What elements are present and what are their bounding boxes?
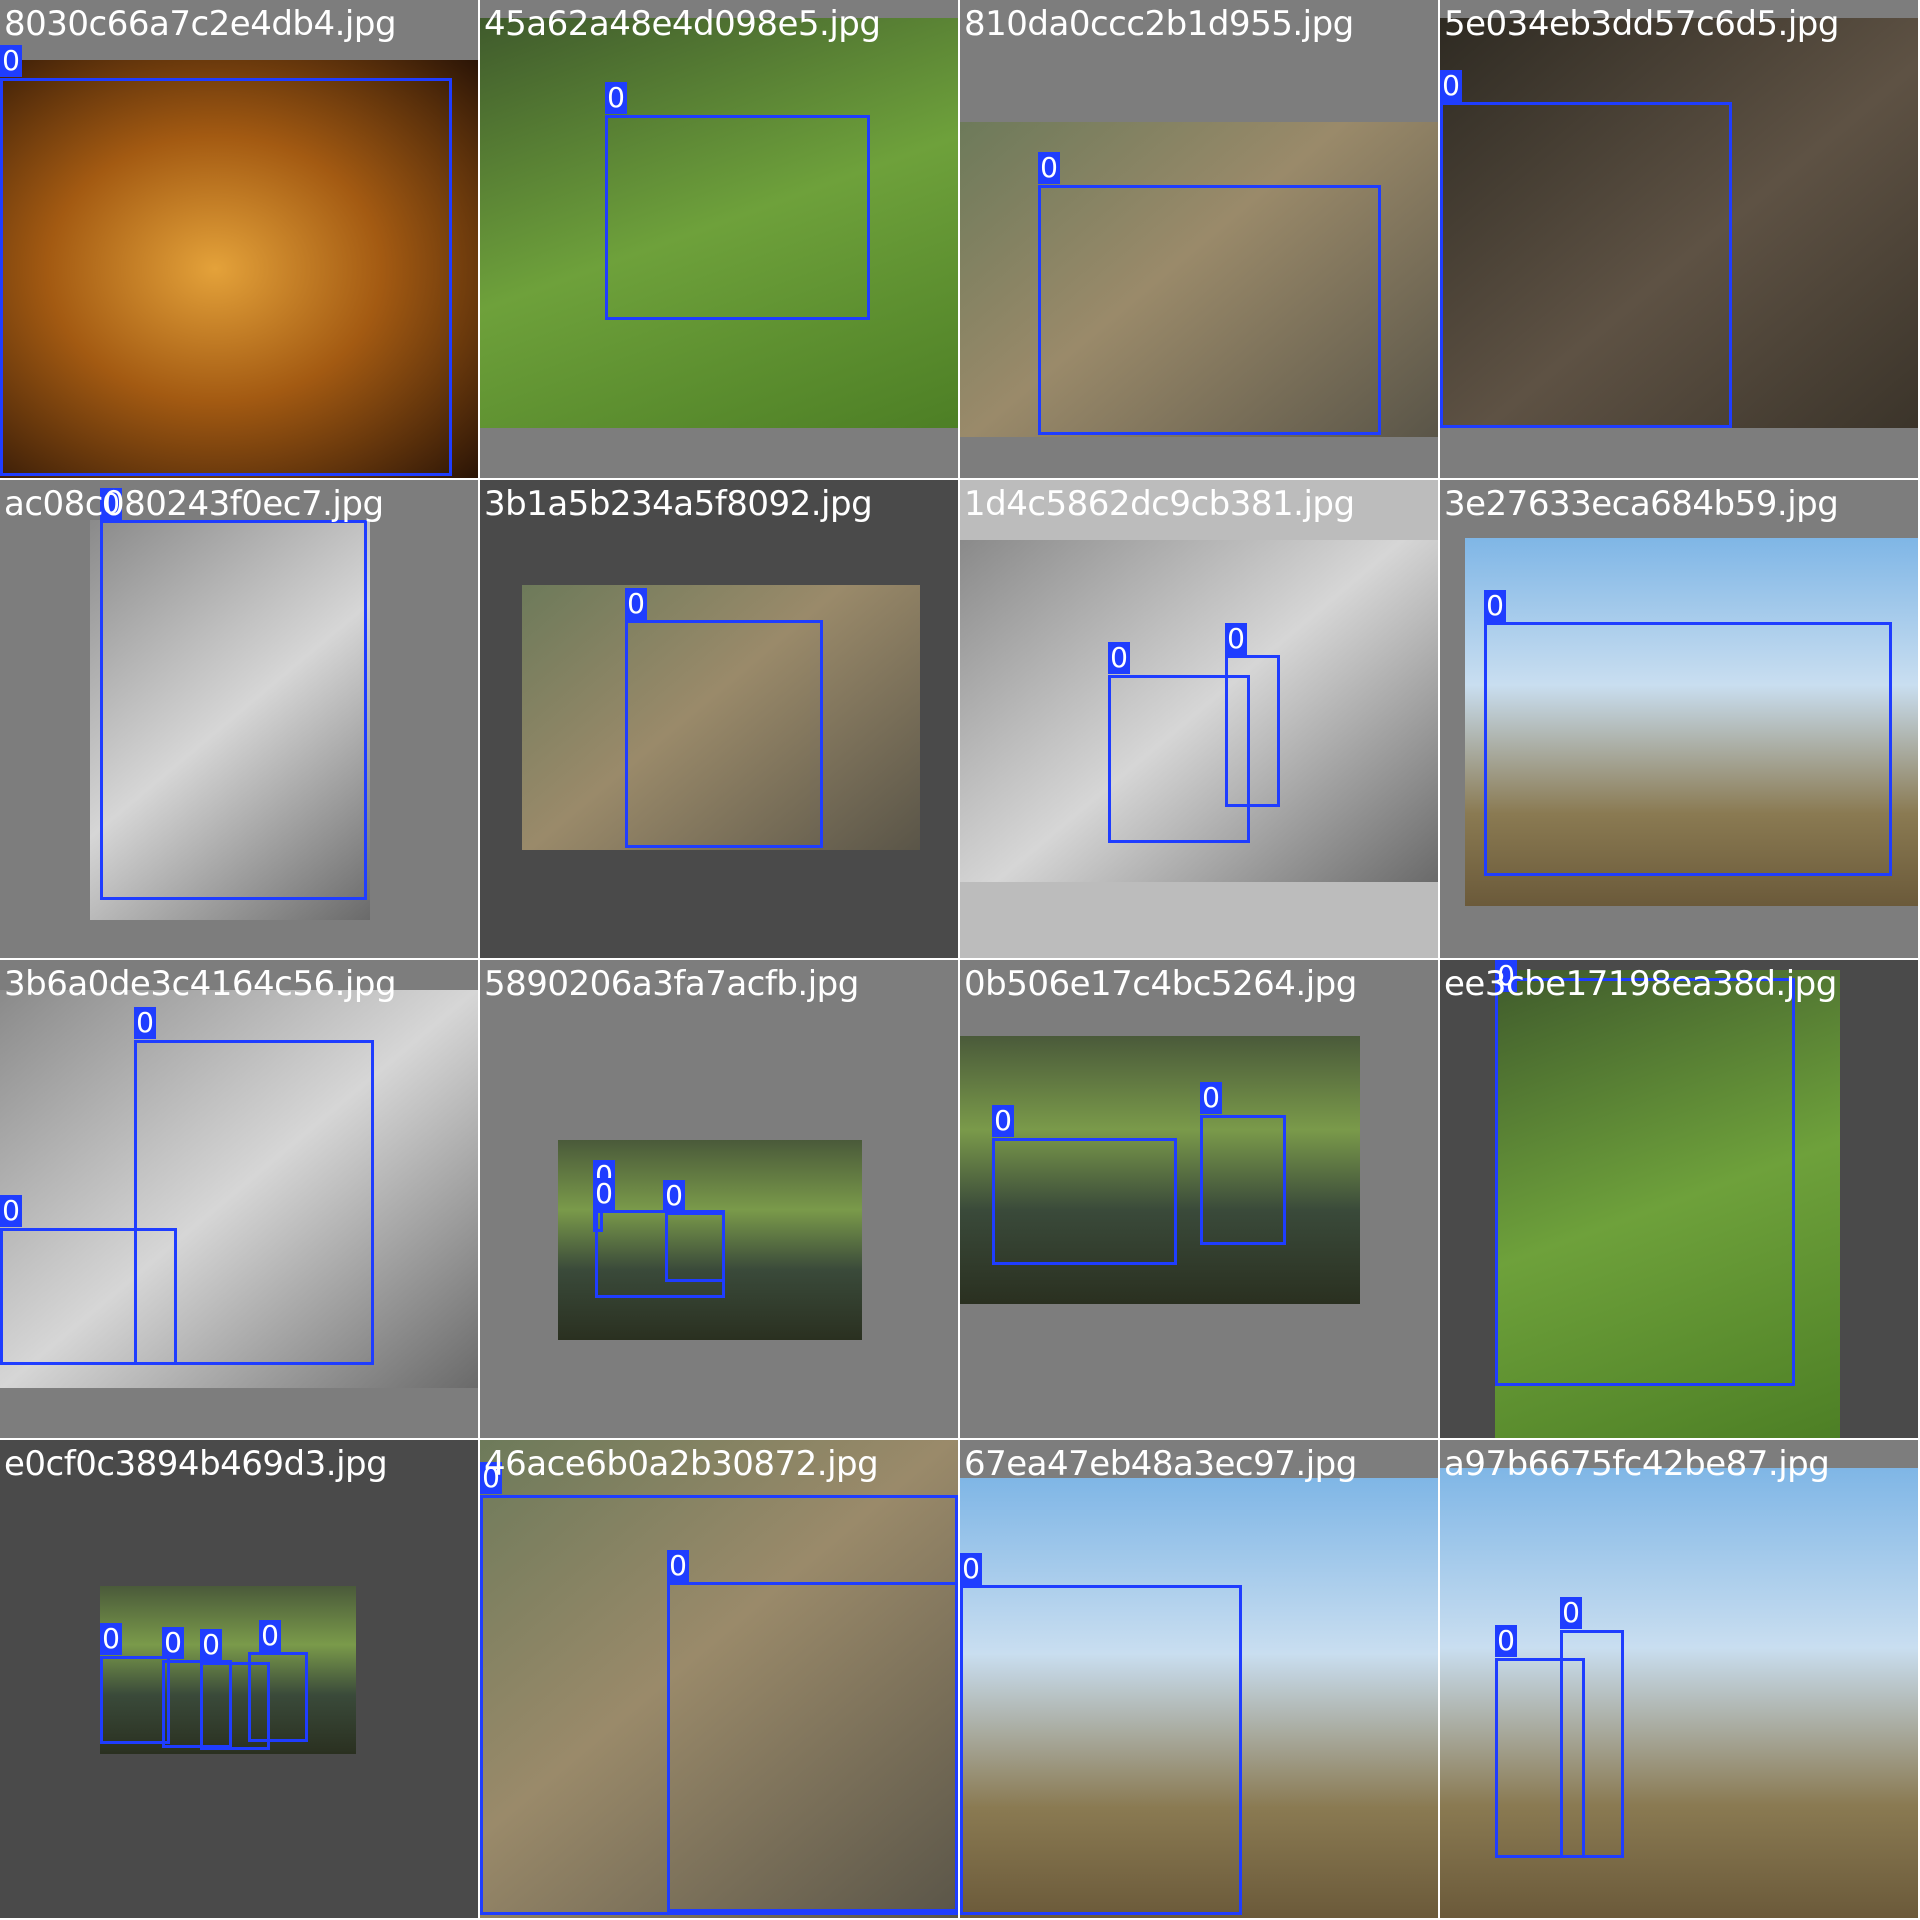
mosaic-tile: 0 0 0 0 e0cf0c3894b469d3.jpg <box>0 1440 478 1918</box>
mosaic-tile: 0 0 0b506e17c4bc5264.jpg <box>960 960 1438 1438</box>
grid-divider <box>0 1438 1920 1440</box>
mosaic-tile: 0 0 46ace6b0a2b30872.jpg <box>480 1440 958 1918</box>
tile-filename: 3b6a0de3c4164c56.jpg <box>4 964 397 1004</box>
tile-filename: 3e27633eca684b59.jpg <box>1444 484 1839 524</box>
box-class-label: 0 <box>0 1195 22 1227</box>
mosaic-tile: 0 8030c66a7c2e4db4.jpg <box>0 0 478 478</box>
box-class-label: 0 <box>593 1178 615 1210</box>
bounding-box <box>665 1212 725 1282</box>
bounding-box <box>667 1582 958 1912</box>
mosaic-tile: 0 0 1d4c5862dc9cb381.jpg <box>960 480 1438 958</box>
box-class-label: 0 <box>1225 623 1247 655</box>
tile-filename: 5e034eb3dd57c6d5.jpg <box>1444 4 1839 44</box>
tile-filename: ee3cbe17198ea38d.jpg <box>1444 964 1837 1004</box>
tile-filename: 0b506e17c4bc5264.jpg <box>964 964 1357 1004</box>
box-class-label: 0 <box>992 1105 1014 1137</box>
tile-filename: 67ea47eb48a3ec97.jpg <box>964 1444 1357 1484</box>
box-class-label: 0 <box>134 1007 156 1039</box>
box-class-label: 0 <box>960 1553 982 1585</box>
box-class-label: 0 <box>1200 1082 1222 1114</box>
bounding-box <box>1440 102 1732 428</box>
bounding-box <box>1484 622 1892 876</box>
mosaic-tile: 0 810da0ccc2b1d955.jpg <box>960 0 1438 478</box>
bounding-box <box>100 1656 170 1744</box>
box-class-label: 0 <box>1484 590 1506 622</box>
bounding-box <box>960 1585 1242 1915</box>
tile-filename: 3b1a5b234a5f8092.jpg <box>484 484 873 524</box>
tile-filename: 1d4c5862dc9cb381.jpg <box>964 484 1355 524</box>
tile-filename: a97b6675fc42be87.jpg <box>1444 1444 1830 1484</box>
box-class-label: 0 <box>1038 152 1060 184</box>
box-class-label: 0 <box>162 1627 184 1659</box>
bounding-box <box>0 1228 177 1365</box>
bounding-box <box>100 520 367 900</box>
tile-filename: 45a62a48e4d098e5.jpg <box>484 4 881 44</box>
mosaic-tile: 0 3b1a5b234a5f8092.jpg <box>480 480 958 958</box>
box-class-label: 0 <box>605 82 627 114</box>
mosaic-tile: 0 5e034eb3dd57c6d5.jpg <box>1440 0 1918 478</box>
grid-divider <box>1438 0 1440 1920</box>
grid-divider <box>0 478 1920 480</box>
bounding-box <box>248 1652 308 1742</box>
tile-filename: 8030c66a7c2e4db4.jpg <box>4 4 397 44</box>
tile-filename: 810da0ccc2b1d955.jpg <box>964 4 1354 44</box>
tile-filename: ac08c080243f0ec7.jpg <box>4 484 384 524</box>
box-class-label: 0 <box>667 1550 689 1582</box>
box-class-label: 0 <box>0 45 22 77</box>
grid-divider <box>478 0 480 1920</box>
bounding-box <box>992 1138 1177 1265</box>
box-class-label: 0 <box>663 1180 685 1212</box>
mosaic-tile: 0 3e27633eca684b59.jpg <box>1440 480 1918 958</box>
mosaic-tile: 0 45a62a48e4d098e5.jpg <box>480 0 958 478</box>
box-class-label: 0 <box>100 1623 122 1655</box>
box-class-label: 0 <box>1495 1625 1517 1657</box>
mosaic-tile: 0 ac08c080243f0ec7.jpg <box>0 480 478 958</box>
tile-filename: e0cf0c3894b469d3.jpg <box>4 1444 388 1484</box>
box-class-label: 0 <box>259 1620 281 1652</box>
mosaic-tile: 0 0 0 5890206a3fa7acfb.jpg <box>480 960 958 1438</box>
box-class-label: 0 <box>1560 1597 1582 1629</box>
grid-divider <box>0 958 1920 960</box>
box-class-label: 0 <box>1108 642 1130 674</box>
bounding-box <box>1038 185 1381 435</box>
bounding-box <box>625 620 823 848</box>
bounding-box <box>1225 655 1280 807</box>
bounding-box <box>1200 1115 1286 1245</box>
mosaic-tile: 0 0 3b6a0de3c4164c56.jpg <box>0 960 478 1438</box>
bounding-box <box>1560 1630 1624 1858</box>
tile-filename: 5890206a3fa7acfb.jpg <box>484 964 859 1004</box>
box-class-label: 0 <box>1440 70 1462 102</box>
grid-divider <box>958 0 960 1920</box>
detection-mosaic: 0 8030c66a7c2e4db4.jpg 0 45a62a48e4d098e5.j… <box>0 0 1920 1920</box>
mosaic-tile: 0 ee3cbe17198ea38d.jpg <box>1440 960 1918 1438</box>
bounding-box <box>0 78 452 476</box>
bounding-box <box>605 115 870 320</box>
bounding-box <box>1495 978 1795 1386</box>
box-class-label: 0 <box>625 588 647 620</box>
mosaic-tile: 0 67ea47eb48a3ec97.jpg <box>960 1440 1438 1918</box>
tile-filename: 46ace6b0a2b30872.jpg <box>484 1444 879 1484</box>
mosaic-tile: 0 0 a97b6675fc42be87.jpg <box>1440 1440 1918 1918</box>
box-class-label: 0 <box>200 1629 222 1661</box>
